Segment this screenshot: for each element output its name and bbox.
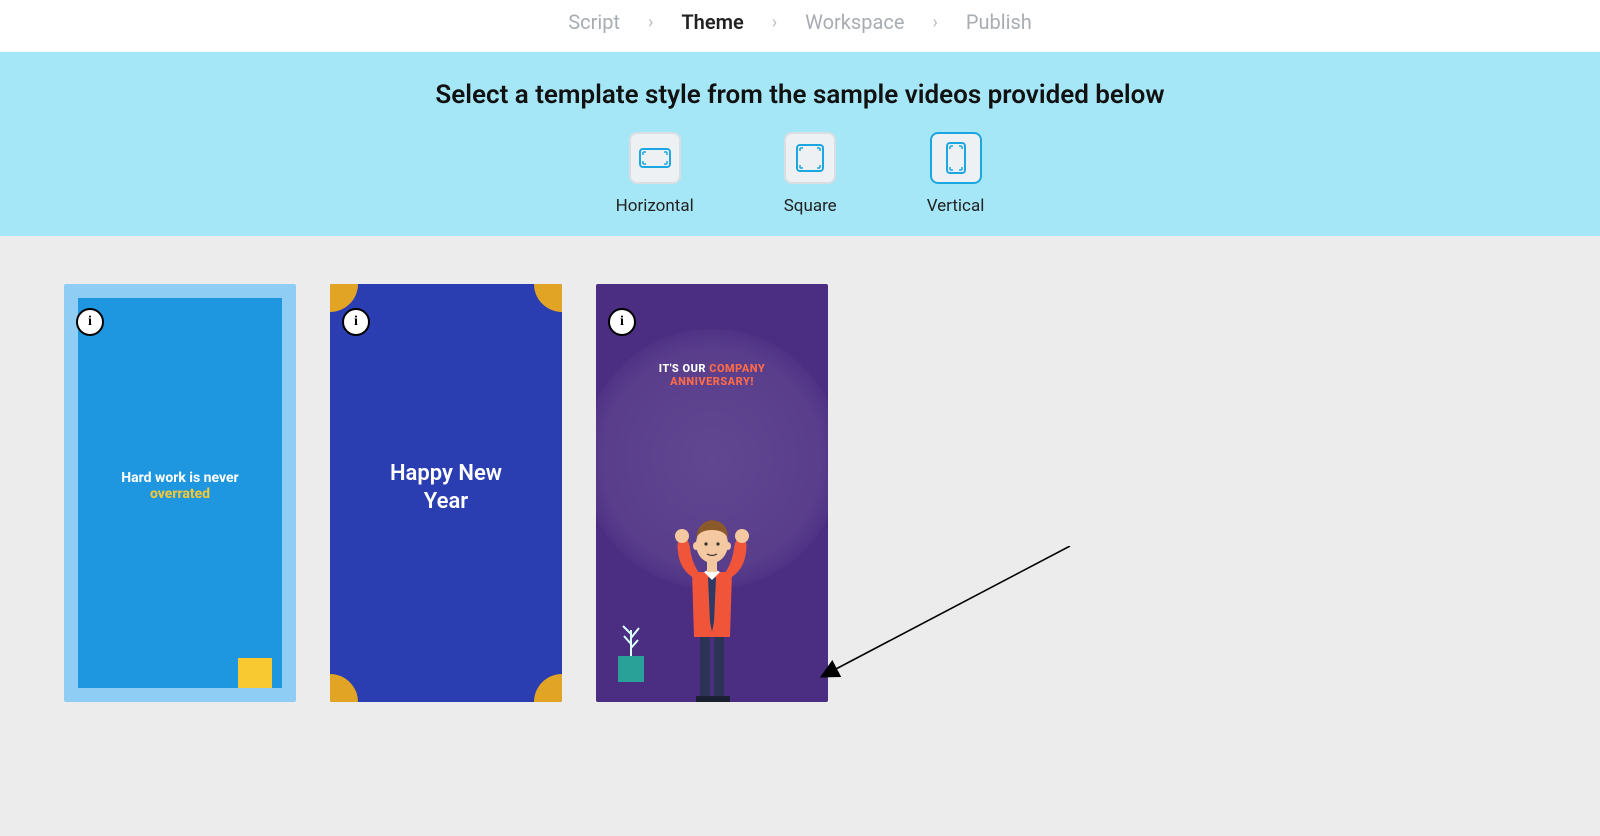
banner-heading: Select a template style from the sample … (0, 80, 1600, 110)
breadcrumb-step-theme[interactable]: Theme (681, 10, 743, 34)
breadcrumb-step-workspace[interactable]: Workspace (805, 10, 904, 34)
info-icon[interactable]: i (342, 308, 370, 336)
aspect-label: Horizontal (616, 196, 694, 216)
caption-part: IT'S OUR (659, 362, 710, 375)
breadcrumb-step-script[interactable]: Script (568, 10, 620, 34)
templates-area: i Hard work is never overrated i Happy N… (0, 236, 1600, 836)
aspect-label: Vertical (927, 196, 985, 216)
person-illustration (652, 482, 772, 702)
vertical-icon (930, 132, 982, 184)
aspect-horizontal[interactable]: Horizontal (616, 132, 694, 216)
template-caption: Happy New Year (330, 460, 562, 517)
template-caption: IT'S OUR COMPANY ANNIVERSARY! (596, 362, 828, 388)
breadcrumb-step-publish[interactable]: Publish (966, 10, 1032, 34)
aspect-square[interactable]: Square (784, 132, 837, 216)
caption-line: Hard work is never (121, 470, 238, 486)
chevron-right-icon: › (648, 12, 653, 33)
caption-highlight: overrated (150, 486, 210, 502)
annotation-arrow (820, 546, 1080, 686)
caption-part: COMPANY (709, 362, 765, 375)
square-icon (784, 132, 836, 184)
template-card-hardwork[interactable]: i Hard work is never overrated (64, 284, 296, 702)
aspect-label: Square (784, 196, 837, 216)
plant-illustration (616, 622, 646, 682)
chevron-right-icon: › (772, 12, 777, 33)
decor-square (238, 658, 272, 688)
template-caption: Hard work is never overrated (78, 470, 282, 502)
template-card-anniversary[interactable]: i IT'S OUR COMPANY ANNIVERSARY! (596, 284, 828, 702)
decor-corner (534, 674, 562, 702)
decor-corner (534, 284, 562, 312)
aspect-ratio-row: Horizontal Square Vertical (0, 132, 1600, 216)
decor-corner (330, 674, 358, 702)
info-icon[interactable]: i (608, 308, 636, 336)
chevron-right-icon: › (932, 12, 937, 33)
caption-line: Happy New (390, 461, 502, 486)
aspect-vertical[interactable]: Vertical (927, 132, 985, 216)
caption-line: Year (424, 489, 468, 514)
caption-part: ANNIVERSARY! (670, 375, 754, 388)
banner: Select a template style from the sample … (0, 52, 1600, 236)
info-icon[interactable]: i (76, 308, 104, 336)
breadcrumb: Script › Theme › Workspace › Publish (0, 0, 1600, 52)
card-inner: Hard work is never overrated (78, 298, 282, 688)
horizontal-icon (629, 132, 681, 184)
template-card-newyear[interactable]: i Happy New Year (330, 284, 562, 702)
